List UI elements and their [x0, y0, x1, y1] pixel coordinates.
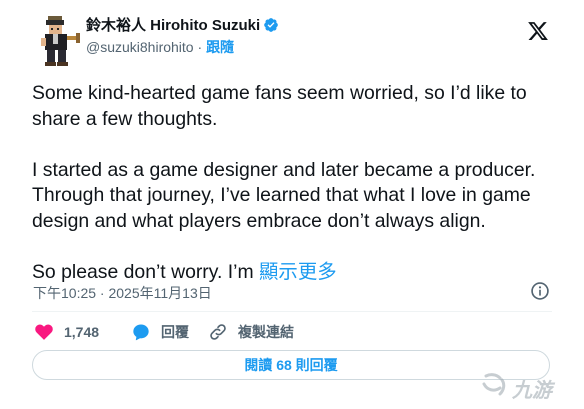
tweet-paragraph-1: Some kind-hearted game fans seem worried…	[32, 82, 527, 130]
reply-icon	[133, 324, 149, 341]
handle[interactable]: @suzuki8hirohito	[86, 39, 194, 55]
reply-button[interactable]: 回覆	[131, 322, 189, 342]
like-count: 1,748	[64, 324, 100, 340]
copy-link-button[interactable]: 複製連結	[208, 322, 294, 342]
handle-row: @suzuki8hirohito · 跟隨	[86, 37, 234, 57]
verified-badge-icon	[264, 18, 279, 32]
x-logo-icon[interactable]	[527, 20, 549, 42]
timestamp[interactable]: 下午10:25 · 2025年11月13日	[33, 283, 212, 303]
like-button[interactable]: 1,748	[34, 322, 99, 342]
read-replies-button[interactable]: 閱讀 68 則回覆	[32, 350, 550, 380]
link-icon	[210, 324, 226, 340]
display-name-text[interactable]: 鈴木裕人 Hirohito Suzuki	[86, 17, 260, 34]
tweet-paragraph-3: So please don’t worry. I’m 顯示更多	[32, 260, 572, 286]
reply-label: 回覆	[161, 324, 189, 340]
divider	[32, 311, 552, 312]
avatar[interactable]	[36, 14, 86, 68]
watermark-text: 九游	[512, 380, 552, 402]
copy-link-label: 複製連結	[238, 324, 294, 340]
display-name[interactable]: 鈴木裕人 Hirohito Suzuki	[86, 14, 279, 35]
separator: ·	[197, 39, 203, 55]
tweet-paragraph-2: I started as a game designer and later b…	[32, 158, 536, 232]
read-replies-label: 閱讀 68 則回覆	[244, 357, 338, 373]
tweet-paragraph-3-text: So please don’t worry. I’m	[32, 261, 254, 284]
follow-button[interactable]: 跟隨	[206, 39, 234, 55]
heart-icon	[35, 324, 53, 340]
watermark-logo	[482, 373, 506, 396]
tweet-card: 鈴木裕人 Hirohito Suzuki @suzuki8hirohito · …	[0, 0, 584, 409]
tweet-text: Some kind-hearted game fans seem worried…	[32, 81, 572, 286]
show-more-link[interactable]: 顯示更多	[259, 261, 337, 283]
info-icon[interactable]	[530, 281, 550, 301]
watermark: 九游	[478, 370, 578, 404]
